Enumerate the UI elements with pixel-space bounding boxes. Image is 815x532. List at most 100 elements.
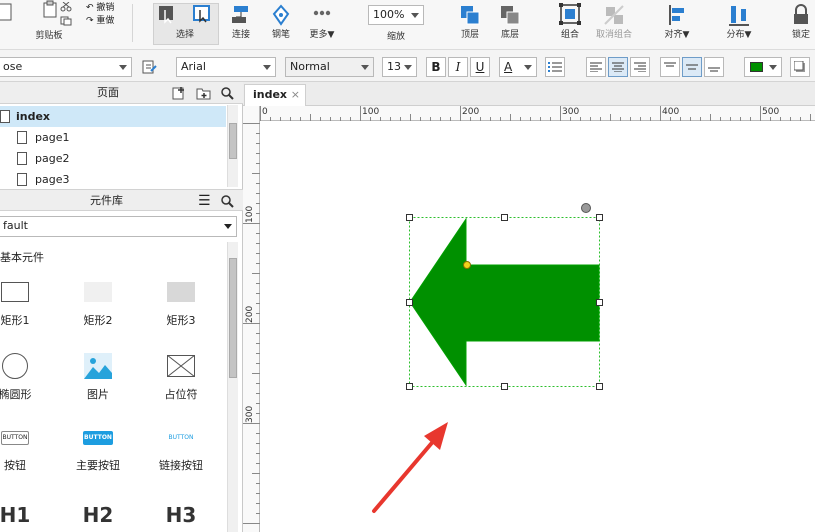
distribute-button[interactable]: 分布▼: [724, 4, 754, 40]
close-icon[interactable]: ×: [291, 85, 300, 105]
bring-to-top-button[interactable]: 顶层: [455, 4, 485, 40]
menu-icon[interactable]: ☰: [198, 190, 211, 212]
shape-adjust-handle[interactable]: [463, 261, 471, 269]
library-select[interactable]: fault: [0, 216, 237, 237]
undo-button[interactable]: ↶ 撤销: [86, 0, 114, 13]
library-item-h2[interactable]: H2: [68, 503, 128, 527]
library-item-rect3[interactable]: 矩形3: [151, 282, 211, 328]
ungroup-button[interactable]: 取消组合: [592, 4, 636, 40]
library-item-image[interactable]: 图片: [68, 353, 128, 402]
library-item-rect2[interactable]: 矩形2: [68, 282, 128, 328]
file-tool[interactable]: [0, 2, 16, 24]
font-size-select[interactable]: 13: [382, 57, 417, 77]
placeholder-icon: [167, 355, 195, 377]
search-icon[interactable]: [221, 194, 234, 216]
resize-handle-sw[interactable]: [406, 383, 413, 390]
library-item-h3[interactable]: H3: [151, 503, 211, 527]
scrollbar-thumb[interactable]: [229, 123, 237, 159]
pages-title: 页面: [97, 86, 119, 99]
font-family-select[interactable]: Arial: [176, 57, 276, 77]
group-button[interactable]: 组合: [555, 2, 585, 40]
underline-button[interactable]: U: [470, 57, 490, 77]
library-item-button[interactable]: BUTTON 按钮: [0, 431, 45, 473]
tab-label: index: [253, 88, 288, 101]
connect-label: 连接: [231, 30, 250, 40]
ruler-label: 500: [762, 107, 780, 117]
font-weight-select[interactable]: Normal: [285, 57, 374, 77]
resize-handle-nw[interactable]: [406, 214, 413, 221]
text-color-button[interactable]: A: [499, 57, 537, 77]
library-select-value: fault: [3, 219, 28, 232]
select-contain-tool[interactable]: [190, 4, 214, 24]
format-toolbar: ose Arial Normal 13 B I U A: [0, 50, 815, 82]
bullet-list-button[interactable]: [545, 57, 565, 77]
list-icon: [548, 62, 562, 72]
align-text-center-button[interactable]: [608, 57, 628, 77]
add-folder-icon[interactable]: [196, 86, 211, 108]
tab-index[interactable]: index ×: [244, 84, 306, 106]
resize-handle-ne[interactable]: [596, 214, 603, 221]
font-weight-value: Normal: [290, 60, 330, 73]
resize-handle-w[interactable]: [406, 299, 413, 306]
select-intersect-tool[interactable]: [155, 4, 179, 24]
align-text-left-button[interactable]: [586, 57, 606, 77]
style-edit-icon[interactable]: [141, 59, 157, 78]
valign-top-button[interactable]: [660, 57, 680, 77]
fill-color-button[interactable]: [744, 57, 782, 77]
page-item-page2[interactable]: page2: [0, 148, 226, 169]
redo-icon: ↷: [86, 16, 97, 26]
left-panel: 页面 index page1 page2 page3 元件库 ☰ fault 基…: [0, 82, 243, 532]
library-item-link-button[interactable]: BUTTON 链接按钮: [151, 431, 211, 473]
connect-tool[interactable]: 连接: [228, 4, 254, 40]
library-item-rect1[interactable]: 矩形1: [0, 282, 45, 328]
lock-button[interactable]: 锁定: [786, 4, 815, 40]
ruler-label: 300: [245, 405, 255, 423]
text-color-label: A: [504, 60, 513, 74]
lock-label: 锁定: [791, 30, 810, 40]
add-page-icon[interactable]: [172, 86, 186, 108]
valign-middle-button[interactable]: [682, 57, 702, 77]
resize-handle-se[interactable]: [596, 383, 603, 390]
scissors-icon[interactable]: [60, 1, 74, 12]
chevron-down-icon: [404, 65, 412, 70]
arrow-shape[interactable]: [406, 203, 603, 390]
redo-button[interactable]: ↷ 重做: [86, 13, 114, 26]
style-select[interactable]: ose: [0, 57, 132, 77]
valign-bottom-button[interactable]: [704, 57, 724, 77]
page-item-index[interactable]: index: [0, 106, 226, 127]
bold-button[interactable]: B: [426, 57, 446, 77]
shadow-button[interactable]: [790, 57, 810, 77]
library-scrollbar[interactable]: [227, 242, 238, 532]
pen-tool[interactable]: 钢笔: [268, 4, 294, 40]
distribute-icon: [729, 6, 749, 26]
resize-handle-n[interactable]: [501, 214, 508, 221]
page-item-page3[interactable]: page3: [0, 169, 226, 190]
toolbar-divider: [132, 4, 133, 42]
send-to-bottom-button[interactable]: 底层: [495, 4, 525, 40]
tab-bar: index ×: [243, 82, 815, 106]
resize-handle-e[interactable]: [596, 299, 603, 306]
library-item-ellipse[interactable]: 椭圆形: [0, 353, 45, 402]
scrollbar-thumb[interactable]: [229, 258, 237, 378]
italic-button[interactable]: I: [448, 57, 468, 77]
align-text-right-button[interactable]: [630, 57, 650, 77]
align-button[interactable]: 对齐▼: [662, 4, 692, 40]
ungroup-label: 取消组合: [595, 30, 632, 40]
rotate-handle[interactable]: [581, 203, 591, 213]
pages-scrollbar[interactable]: [227, 105, 238, 187]
ruler-ticks: [260, 106, 811, 121]
resize-handle-s[interactable]: [501, 383, 508, 390]
page-item-page1[interactable]: page1: [0, 127, 226, 148]
style-value: ose: [3, 60, 23, 73]
library-item-placeholder[interactable]: 占位符: [151, 353, 211, 402]
library-item-h1[interactable]: H1: [0, 503, 45, 527]
pages-header: 页面: [0, 82, 243, 104]
more-tool[interactable]: 更多▼: [305, 4, 339, 40]
ungroup-icon: [604, 5, 624, 25]
link-button-sample-icon: BUTTON: [168, 434, 194, 441]
library-item-primary-button[interactable]: BUTTON 主要按钮: [68, 431, 128, 473]
zoom-select[interactable]: 100%: [368, 5, 424, 25]
more-icon: [313, 10, 331, 16]
lock-icon: [794, 4, 808, 24]
copy-icon[interactable]: [60, 16, 74, 26]
